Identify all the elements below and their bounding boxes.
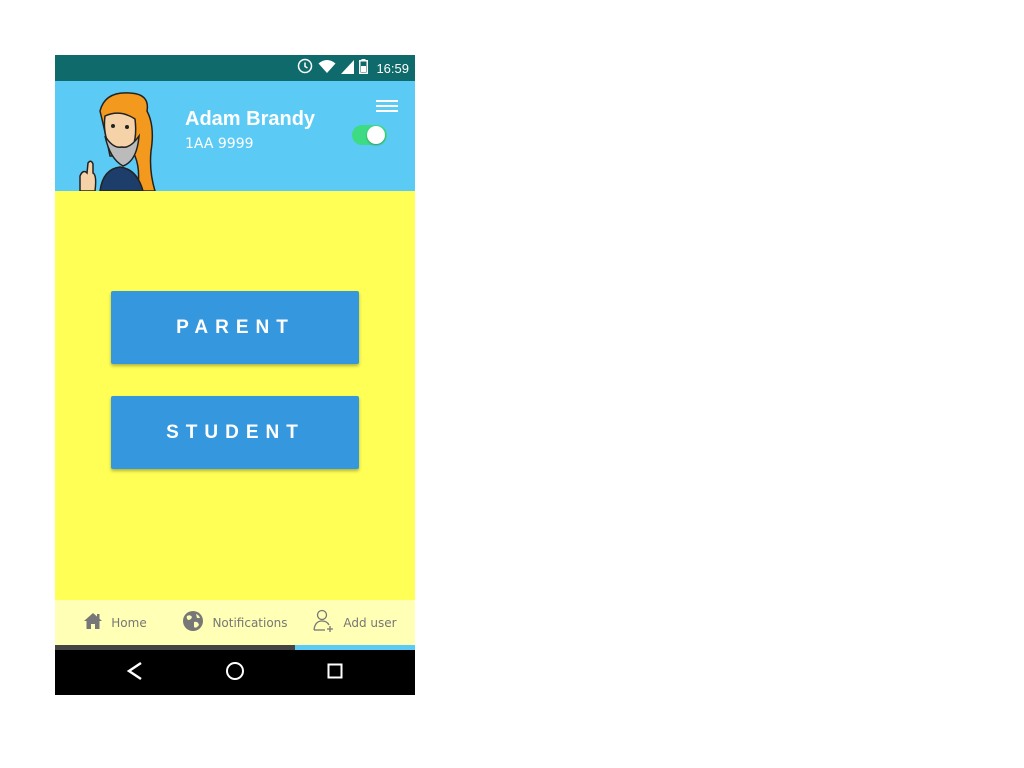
toggle-knob (367, 126, 385, 144)
tab-home-label: Home (111, 615, 147, 630)
home-circle-icon (225, 661, 245, 685)
add-user-icon (313, 609, 335, 636)
user-id: 1AA 9999 (185, 136, 254, 152)
student-button[interactable]: STUDENT (111, 396, 359, 469)
menu-button[interactable] (373, 96, 401, 116)
home-icon (83, 612, 103, 633)
bottom-tab-bar: Home Notifications Add user (55, 600, 415, 645)
tab-notifications-label: Notifications (212, 615, 288, 630)
tab-add-user-label: Add user (343, 615, 397, 630)
status-icons: 16:59 (297, 55, 409, 81)
avatar (75, 91, 175, 192)
tab-home[interactable]: Home (55, 600, 175, 645)
menu-icon-line (376, 110, 398, 112)
menu-icon-line (376, 100, 398, 102)
mode-toggle[interactable] (352, 125, 387, 145)
tab-add-user[interactable]: Add user (295, 600, 415, 645)
recents-square-icon (327, 663, 343, 683)
signal-icon (341, 59, 355, 78)
tab-notifications[interactable]: Notifications (175, 600, 295, 645)
recents-button[interactable] (305, 650, 365, 695)
system-nav-bar (55, 650, 415, 695)
phone-screen: 16:59 Adam Brandy 1AA 9999 PARENT STUDEN… (55, 55, 415, 695)
alarm-icon (297, 58, 313, 78)
globe-icon (182, 610, 204, 635)
wifi-icon (318, 58, 336, 78)
status-time: 16:59 (376, 60, 409, 76)
parent-button[interactable]: PARENT (111, 291, 359, 364)
user-name: Adam Brandy (185, 108, 316, 130)
battery-icon (359, 58, 369, 78)
home-nav-button[interactable] (205, 650, 265, 695)
profile-header: Adam Brandy 1AA 9999 (55, 81, 415, 192)
back-icon (125, 661, 145, 685)
back-button[interactable] (105, 650, 165, 695)
menu-icon-line (376, 105, 398, 107)
status-bar: 16:59 (55, 55, 415, 81)
